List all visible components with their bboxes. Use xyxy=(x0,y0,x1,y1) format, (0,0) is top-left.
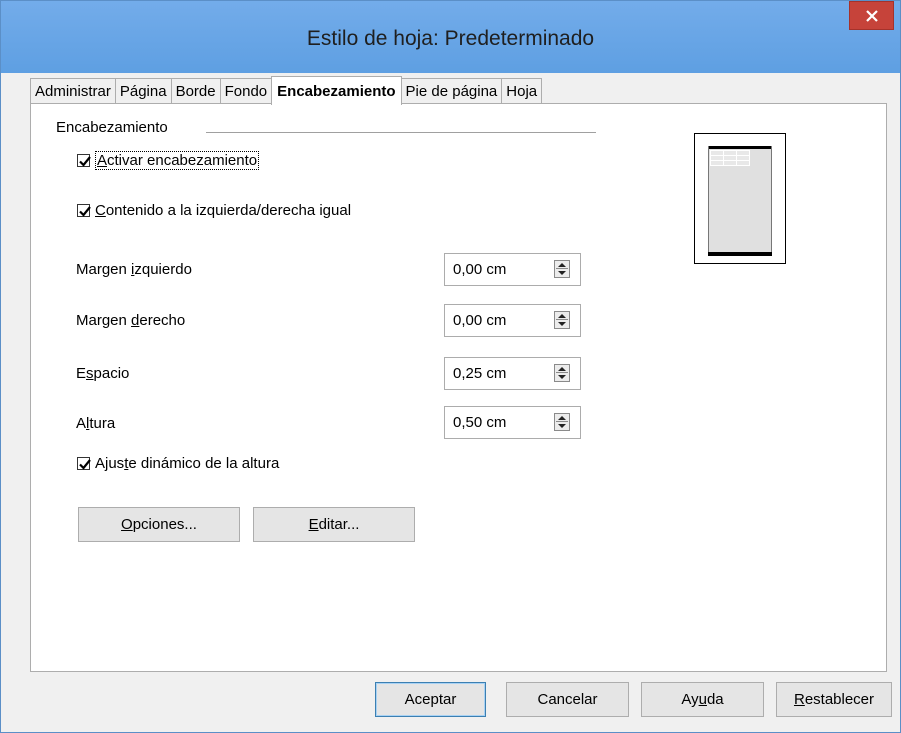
cancel-button[interactable]: Cancelar xyxy=(506,682,629,717)
tab-hoja[interactable]: Hoja xyxy=(501,78,543,104)
table-grid-icon xyxy=(710,150,750,166)
spin-up-icon[interactable] xyxy=(558,367,566,371)
section-divider xyxy=(206,132,596,133)
right-margin-spinner[interactable]: 0,00 cm xyxy=(444,304,581,337)
checkmark-icon xyxy=(79,459,91,470)
spin-buttons[interactable] xyxy=(554,364,570,382)
left-margin-label: Margen izquierdo xyxy=(76,261,192,278)
spin-up-icon[interactable] xyxy=(558,263,566,267)
same-content-checkbox[interactable]: Contenido a la izquierda/derecha igual xyxy=(77,202,351,219)
checkbox-label: Ajuste dinámico de la altura xyxy=(95,455,280,472)
checkbox-box[interactable] xyxy=(77,457,91,470)
checkbox-box[interactable] xyxy=(77,204,91,217)
close-icon xyxy=(865,9,878,22)
checkmark-icon xyxy=(79,206,91,217)
spin-buttons[interactable] xyxy=(554,413,570,431)
spin-down-icon[interactable] xyxy=(558,322,566,326)
help-button[interactable]: Ay u da xyxy=(641,682,764,717)
spin-up-icon[interactable] xyxy=(558,416,566,420)
height-spinner[interactable]: 0,50 cm xyxy=(444,406,581,439)
window-title: Estilo de hoja: Predeterminado xyxy=(306,27,595,50)
spin-up-icon[interactable] xyxy=(558,314,566,318)
section-title: Encabezamiento xyxy=(56,119,168,136)
preview-page xyxy=(708,146,772,256)
spin-down-icon[interactable] xyxy=(558,424,566,428)
checkmark-icon xyxy=(79,156,91,167)
left-margin-value[interactable]: 0,00 cm xyxy=(453,261,506,278)
checkbox-label: Contenido a la izquierda/derecha igual xyxy=(95,202,352,219)
dynamic-height-checkbox[interactable]: Ajuste dinámico de la altura xyxy=(77,455,279,472)
spin-down-icon[interactable] xyxy=(558,375,566,379)
height-value[interactable]: 0,50 cm xyxy=(453,414,506,431)
tab-borde[interactable]: Borde xyxy=(170,78,221,104)
height-label: Altura xyxy=(76,415,116,432)
tab-panel: Encabezamiento Activar encabezamiento Co… xyxy=(30,103,887,672)
options-button[interactable]: Opciones... xyxy=(78,507,240,542)
tab-pie-de-pagina[interactable]: Pie de página xyxy=(400,78,503,104)
right-margin-label: Margen derecho xyxy=(76,312,186,329)
ok-button[interactable]: Aceptar xyxy=(375,682,486,717)
tab-administrar[interactable]: Administrar xyxy=(30,78,116,104)
left-margin-spinner[interactable]: 0,00 cm xyxy=(444,253,581,286)
checkbox-box[interactable] xyxy=(77,154,91,167)
tab-bar: Administrar Página Borde Fondo Encabezam… xyxy=(30,76,543,105)
header-preview xyxy=(694,133,786,264)
spacing-value[interactable]: 0,25 cm xyxy=(453,365,506,382)
tab-fondo[interactable]: Fondo xyxy=(219,78,273,104)
spacing-spinner[interactable]: 0,25 cm xyxy=(444,357,581,390)
tab-encabezamiento[interactable]: Encabezamiento xyxy=(271,76,402,105)
edit-button[interactable]: Editar... xyxy=(253,507,415,542)
spin-down-icon[interactable] xyxy=(558,271,566,275)
right-margin-value[interactable]: 0,00 cm xyxy=(453,312,506,329)
title-bar[interactable]: Estilo de hoja: Predeterminado xyxy=(1,1,900,73)
tab-pagina[interactable]: Página xyxy=(114,78,172,104)
spin-buttons[interactable] xyxy=(554,260,570,278)
spacing-label: Espacio xyxy=(76,365,130,382)
dialog-window: Estilo de hoja: Predeterminado Administr… xyxy=(0,0,901,733)
activate-header-checkbox[interactable]: Activar encabezamiento xyxy=(77,151,260,170)
checkbox-label: Activar encabezamiento xyxy=(95,151,260,170)
close-button[interactable] xyxy=(849,1,894,30)
dialog-body: Administrar Página Borde Fondo Encabezam… xyxy=(9,73,892,726)
preview-footer-bar xyxy=(708,252,772,256)
spin-buttons[interactable] xyxy=(554,311,570,329)
reset-button[interactable]: Restablecer xyxy=(776,682,892,717)
preview-header-bar xyxy=(709,146,771,149)
